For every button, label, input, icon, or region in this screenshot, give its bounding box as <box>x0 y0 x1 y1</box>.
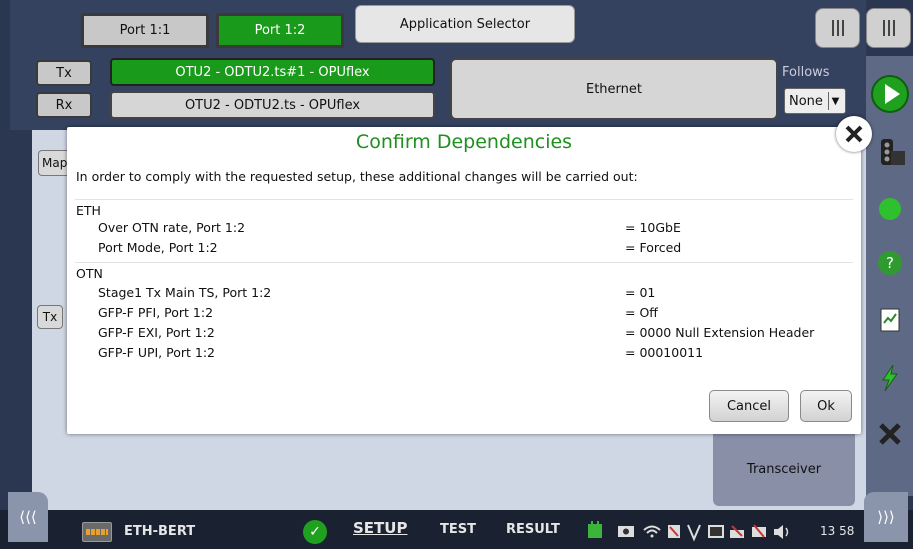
tab-result[interactable]: RESULT <box>506 522 560 537</box>
item-value: = Off <box>625 305 658 320</box>
list-item: Over OTN rate, Port 1:2 = 10GbE <box>67 220 861 240</box>
app-name: ETH-BERT <box>124 524 196 539</box>
dialog-title: Confirm Dependencies <box>355 131 573 153</box>
svg-text:?: ? <box>886 254 894 272</box>
wifi-icon <box>643 525 661 538</box>
app-module-icon <box>82 522 112 542</box>
status-led-icon[interactable] <box>866 188 913 230</box>
bluetooth-icon <box>668 525 680 538</box>
chevrons-left-icon: ⟨⟨⟨ <box>19 508 37 526</box>
item-name: Stage1 Tx Main TS, Port 1:2 <box>98 285 272 300</box>
item-name: Over OTN rate, Port 1:2 <box>98 220 246 235</box>
tx-path-bar[interactable]: OTU2 - ODTU2.ts#1 - OPUflex <box>110 58 435 86</box>
cancel-button[interactable]: Cancel <box>709 390 789 422</box>
item-name: GFP-F PFI, Port 1:2 <box>98 305 214 320</box>
clock: 13 58 <box>820 524 855 538</box>
item-value: = 00010011 <box>625 345 704 360</box>
tab-test[interactable]: TEST <box>440 522 476 537</box>
follows-label: Follows <box>782 65 830 80</box>
check-icon: ✓ <box>303 520 327 544</box>
item-value: = 0000 Null Extension Header <box>625 325 815 340</box>
tab-port-1-1[interactable]: Port 1:1 <box>81 13 209 48</box>
follows-select[interactable]: None ▼ <box>784 88 846 114</box>
network-icon <box>730 525 744 538</box>
item-name: Port Mode, Port 1:2 <box>98 240 218 255</box>
tab-port-1-2[interactable]: Port 1:2 <box>216 13 344 48</box>
dialog-close-button[interactable] <box>836 116 872 152</box>
help-icon[interactable]: ? <box>866 242 913 284</box>
traffic-light-icon[interactable] <box>866 132 913 176</box>
item-value: = 10GbE <box>625 220 681 235</box>
start-button[interactable] <box>866 70 913 118</box>
payload-ethernet-block[interactable]: Ethernet <box>450 58 778 120</box>
handle-grip-icon <box>882 20 895 36</box>
handle-grip-icon <box>831 20 844 36</box>
list-item: Stage1 Tx Main TS, Port 1:2 = 01 <box>67 285 861 305</box>
usb-icon <box>752 524 766 538</box>
close-x-icon[interactable] <box>866 412 913 456</box>
report-icon[interactable] <box>866 298 913 342</box>
power-plug-icon <box>588 521 602 538</box>
panel-handle-1[interactable] <box>815 8 860 48</box>
list-item: GFP-F PFI, Port 1:2 = Off <box>67 305 861 325</box>
v-icon <box>687 524 701 542</box>
camera-icon <box>618 526 634 537</box>
panel-handle-2[interactable] <box>866 8 911 48</box>
close-icon <box>845 125 863 143</box>
section-header-eth: ETH <box>76 203 101 218</box>
tab-setup[interactable]: SETUP <box>353 519 407 537</box>
item-value: = 01 <box>625 285 656 300</box>
transceiver-tile[interactable]: Transceiver <box>713 432 855 506</box>
confirm-dependencies-dialog: Confirm Dependencies In order to comply … <box>67 127 861 434</box>
item-name: GFP-F EXI, Port 1:2 <box>98 325 215 340</box>
list-item: Port Mode, Port 1:2 = Forced <box>67 240 861 260</box>
ok-button[interactable]: Ok <box>800 390 852 422</box>
play-icon <box>870 75 909 113</box>
nav-left-button[interactable]: ⟨⟨⟨ <box>8 492 48 542</box>
chevron-down-icon: ▼ <box>828 92 842 110</box>
list-item: GFP-F UPI, Port 1:2 = 00010011 <box>67 345 861 365</box>
rx-direction-tag[interactable]: Rx <box>36 92 92 118</box>
item-name: GFP-F UPI, Port 1:2 <box>98 345 216 360</box>
follows-value: None <box>789 93 823 109</box>
list-item: GFP-F EXI, Port 1:2 = 0000 Null Extensio… <box>67 325 861 345</box>
dialog-intro-text: In order to comply with the requested se… <box>76 169 638 184</box>
item-value: = Forced <box>625 240 682 255</box>
chevrons-right-icon: ⟩⟩⟩ <box>877 508 895 526</box>
tx-small-button[interactable]: Tx <box>37 305 63 329</box>
tx-direction-tag[interactable]: Tx <box>36 60 92 86</box>
status-icons-tray <box>588 521 789 542</box>
terminal-icon <box>708 525 724 538</box>
nav-right-button[interactable]: ⟩⟩⟩ <box>864 492 908 542</box>
section-divider <box>75 262 853 263</box>
section-divider <box>75 199 853 200</box>
speaker-icon <box>774 525 789 539</box>
section-header-otn: OTN <box>76 266 103 281</box>
application-selector-tab[interactable]: Application Selector <box>355 5 575 43</box>
lightning-icon[interactable] <box>866 356 913 400</box>
rx-path-bar[interactable]: OTU2 - ODTU2.ts - OPUflex <box>110 91 435 119</box>
app-screen: Port 1:1 Port 1:2 Application Selector T… <box>0 0 913 549</box>
